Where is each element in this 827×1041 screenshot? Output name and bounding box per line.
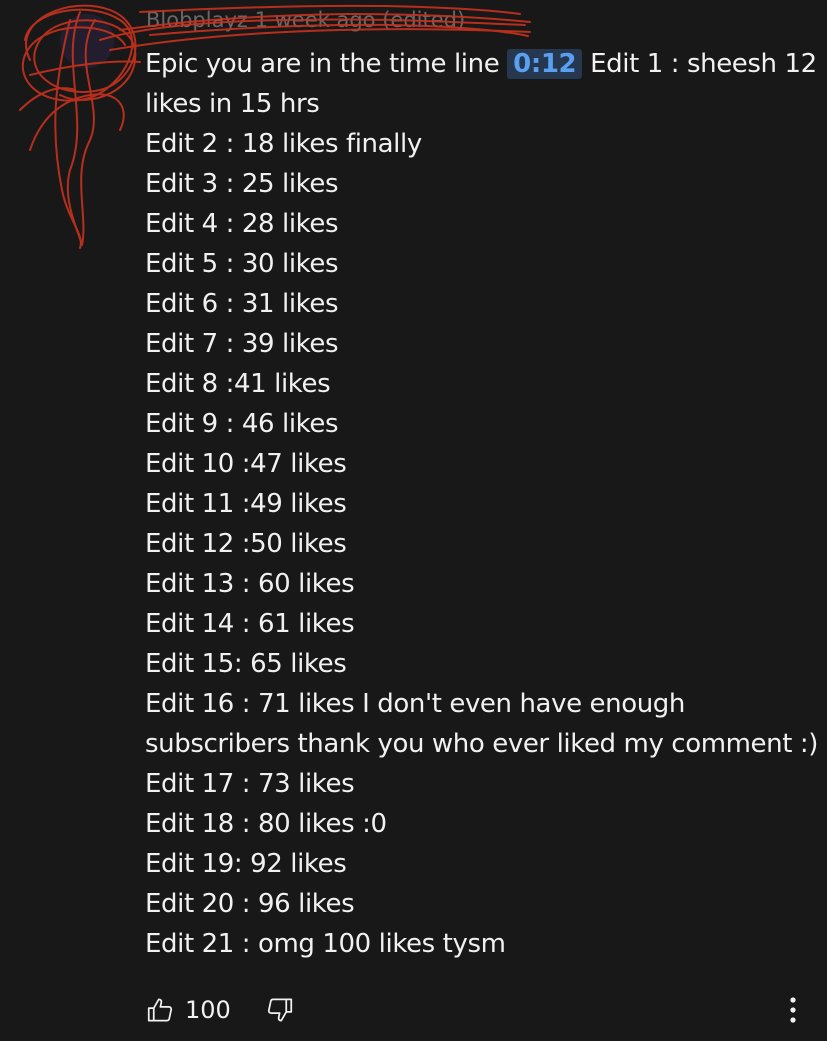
comment-line: Edit 2 : 18 likes finally [145,129,422,159]
thumbs-up-icon [147,998,173,1022]
comment-line: Edit 17 : 73 likes [145,769,355,799]
comment-line: Edit 19: 92 likes [145,849,347,879]
like-count: 100 [185,996,231,1024]
comment-line: Edit 13 : 60 likes [145,569,355,599]
comment-line: likes in 15 hrs [145,89,320,119]
comment-line: Edit 9 : 46 likes [145,409,339,439]
dislike-button[interactable] [265,995,295,1025]
timestamp-link[interactable]: 0:12 [507,49,583,79]
comment-line: Edit 7 : 39 likes [145,329,339,359]
comment-time[interactable]: 1 week ago (edited) [255,8,466,32]
comment-line: Edit 3 : 25 likes [145,169,339,199]
comment-line: Edit 18 : 80 likes :0 [145,809,387,839]
comment-line: Edit 14 : 61 likes [145,609,355,639]
comment-line: Edit 20 : 96 likes [145,889,355,919]
comment-line-first: Epic you are in the time line 0:12 Edit … [145,44,817,84]
comment-author[interactable]: Blobplayz [146,8,248,32]
comment-actions: 100 [145,990,813,1030]
comment-body: Epic you are in the time line 0:12 Edit … [145,44,818,964]
comment-line: Edit 21 : omg 100 likes tysm [145,929,506,959]
comment-line: Edit 12 :50 likes [145,529,347,559]
comment-line: Edit 10 :47 likes [145,449,347,479]
like-button[interactable] [145,995,175,1025]
comment-line: Edit 8 :41 likes [145,369,331,399]
thumbs-down-icon [267,998,292,1022]
comment-line: Edit 11 :49 likes [145,489,347,519]
comment-line: Edit 6 : 31 likes [145,289,339,319]
more-options-button[interactable] [773,990,813,1030]
comment-line: Edit 5 : 30 likes [145,249,339,279]
avatar[interactable] [60,14,114,68]
comment-text-prefix: Epic you are in the time line [145,49,500,79]
comment-line: Edit 15: 65 likes [145,649,347,679]
comment-line: subscribers thank you who ever liked my … [145,729,818,759]
comment-header: Blobplayz 1 week ago (edited) [146,8,465,32]
comment-line: Edit 16 : 71 likes I don't even have eno… [145,689,685,719]
more-vertical-icon [790,997,796,1023]
comment-line: Edit 4 : 28 likes [145,209,339,239]
comment-text-suffix: Edit 1 : sheesh 12 [590,49,817,79]
